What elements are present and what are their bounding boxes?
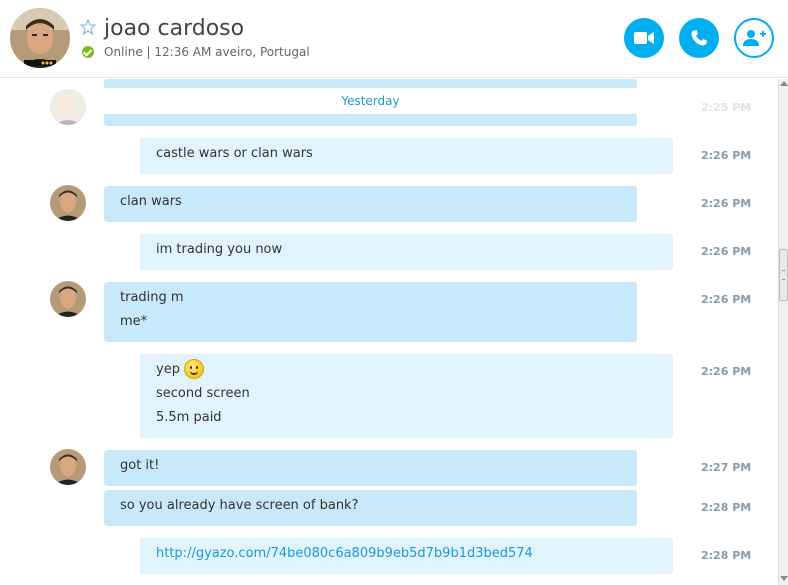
message-bubble-outgoing[interactable]: castle wars or clan wars <box>140 138 673 174</box>
contact-status: Online | 12:36 AM aveiro, Portugal <box>104 45 310 59</box>
message-text: yep <box>156 358 657 382</box>
conversation-header: joao cardoso Online | 12:36 AM aveiro, P… <box>0 0 788 78</box>
message-text: clan wars <box>120 194 182 209</box>
add-participants-button[interactable] <box>734 18 774 58</box>
video-camera-icon <box>634 32 654 44</box>
message-text: me* <box>120 314 148 329</box>
audio-call-button[interactable] <box>679 18 719 58</box>
sender-avatar <box>50 89 86 125</box>
message-bubble-incoming[interactable]: so you already have screen of bank? <box>104 490 637 526</box>
message-time: 2:26 PM <box>701 245 752 258</box>
message-text: so you already have screen of bank? <box>120 498 359 513</box>
message-text: got it! <box>120 458 160 473</box>
message-time: 2:28 PM <box>701 549 752 562</box>
scroll-up-arrow-icon[interactable] <box>780 81 788 86</box>
sender-avatar[interactable] <box>50 449 86 485</box>
contact-name: joao cardoso <box>104 16 245 41</box>
message-text: castle wars or clan wars <box>156 146 313 161</box>
message-time: 2:26 PM <box>701 197 752 210</box>
star-icon[interactable] <box>80 19 96 35</box>
smiley-icon <box>183 358 204 379</box>
online-check-icon <box>82 46 94 58</box>
chat-scrollbar[interactable] <box>778 79 788 585</box>
message-text: 5.5m paid <box>156 410 222 425</box>
message-link[interactable]: http://gyazo.com/74be080c6a809b9eb5d7b9b… <box>156 542 657 566</box>
sender-avatar[interactable] <box>50 185 86 221</box>
add-person-icon <box>743 30 766 46</box>
message-time: 2:26 PM <box>701 293 752 306</box>
message-bubble-incoming[interactable]: trading m me* <box>104 282 637 342</box>
message-bubble-outgoing[interactable]: yep second screen 5.5m paid <box>140 354 673 438</box>
message-time: 2:26 PM <box>701 149 752 162</box>
message-bubble-incoming[interactable]: got it! <box>104 450 637 486</box>
message-time: 2:26 PM <box>701 365 752 378</box>
message-text: second screen <box>156 386 250 401</box>
message-time-partial: 2:25 PM <box>701 101 752 114</box>
message-list[interactable]: joaopedro5 2:25 PM Yesterday castle wars… <box>0 79 778 585</box>
message-bubble-incoming[interactable]: clan wars <box>104 186 637 222</box>
scrollbar-thumb[interactable] <box>779 249 788 301</box>
phone-icon <box>691 30 707 46</box>
video-call-button[interactable] <box>624 18 664 58</box>
message-bubble-outgoing[interactable]: http://gyazo.com/74be080c6a809b9eb5d7b9b… <box>140 538 673 574</box>
date-separator: Yesterday <box>104 88 637 114</box>
message-text: trading m <box>120 290 184 305</box>
message-bubble-outgoing[interactable]: im trading you now <box>140 234 673 270</box>
message-text: im trading you now <box>156 242 283 257</box>
message-time: 2:27 PM <box>701 461 752 474</box>
scroll-down-arrow-icon[interactable] <box>780 576 788 581</box>
contact-avatar[interactable] <box>10 8 70 68</box>
sender-avatar[interactable] <box>50 281 86 317</box>
message-time: 2:28 PM <box>701 501 752 514</box>
